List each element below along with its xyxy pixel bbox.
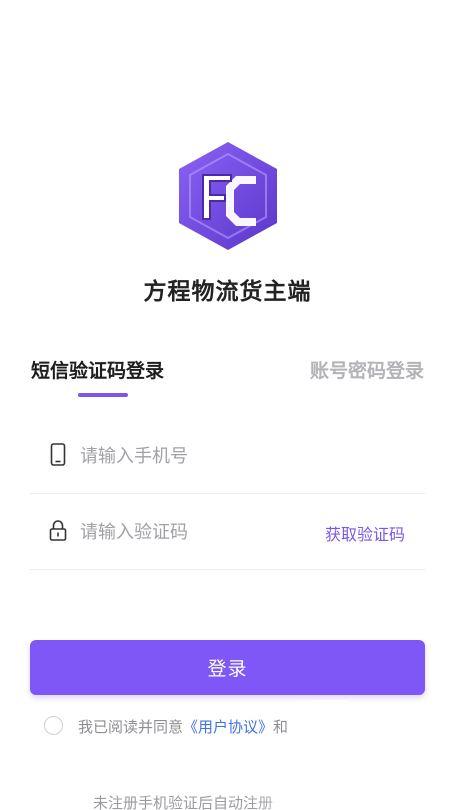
active-tab-indicator: [78, 393, 128, 397]
tab-password-login[interactable]: 账号密码登录: [310, 356, 424, 383]
lock-icon: [49, 520, 67, 541]
phone-input[interactable]: [80, 438, 300, 474]
code-input[interactable]: [80, 514, 300, 550]
user-agreement-link[interactable]: 《用户协议》: [183, 718, 273, 736]
footer-note: 未注册手机验证后自动注册: [93, 794, 274, 810]
phone-field-row: [30, 418, 425, 494]
footer-fade-overlay: [250, 780, 455, 810]
login-button[interactable]: 登录: [30, 640, 425, 695]
agreement-suffix: 和: [273, 718, 289, 736]
tab-sms-login[interactable]: 短信验证码登录: [31, 356, 164, 383]
agreement-fade-overlay: [288, 700, 348, 750]
agreement-prefix: 我已阅读并同意: [78, 718, 184, 736]
agreement-checkbox[interactable]: [44, 716, 63, 735]
app-logo: [179, 142, 277, 250]
app-title: 方程物流货主端: [143, 279, 312, 305]
code-field-row: 获取验证码: [30, 494, 425, 570]
phone-icon: [50, 443, 66, 466]
get-code-button[interactable]: 获取验证码: [325, 521, 405, 545]
agreement-text: 我已阅读并同意《用户协议》和: [78, 716, 288, 737]
